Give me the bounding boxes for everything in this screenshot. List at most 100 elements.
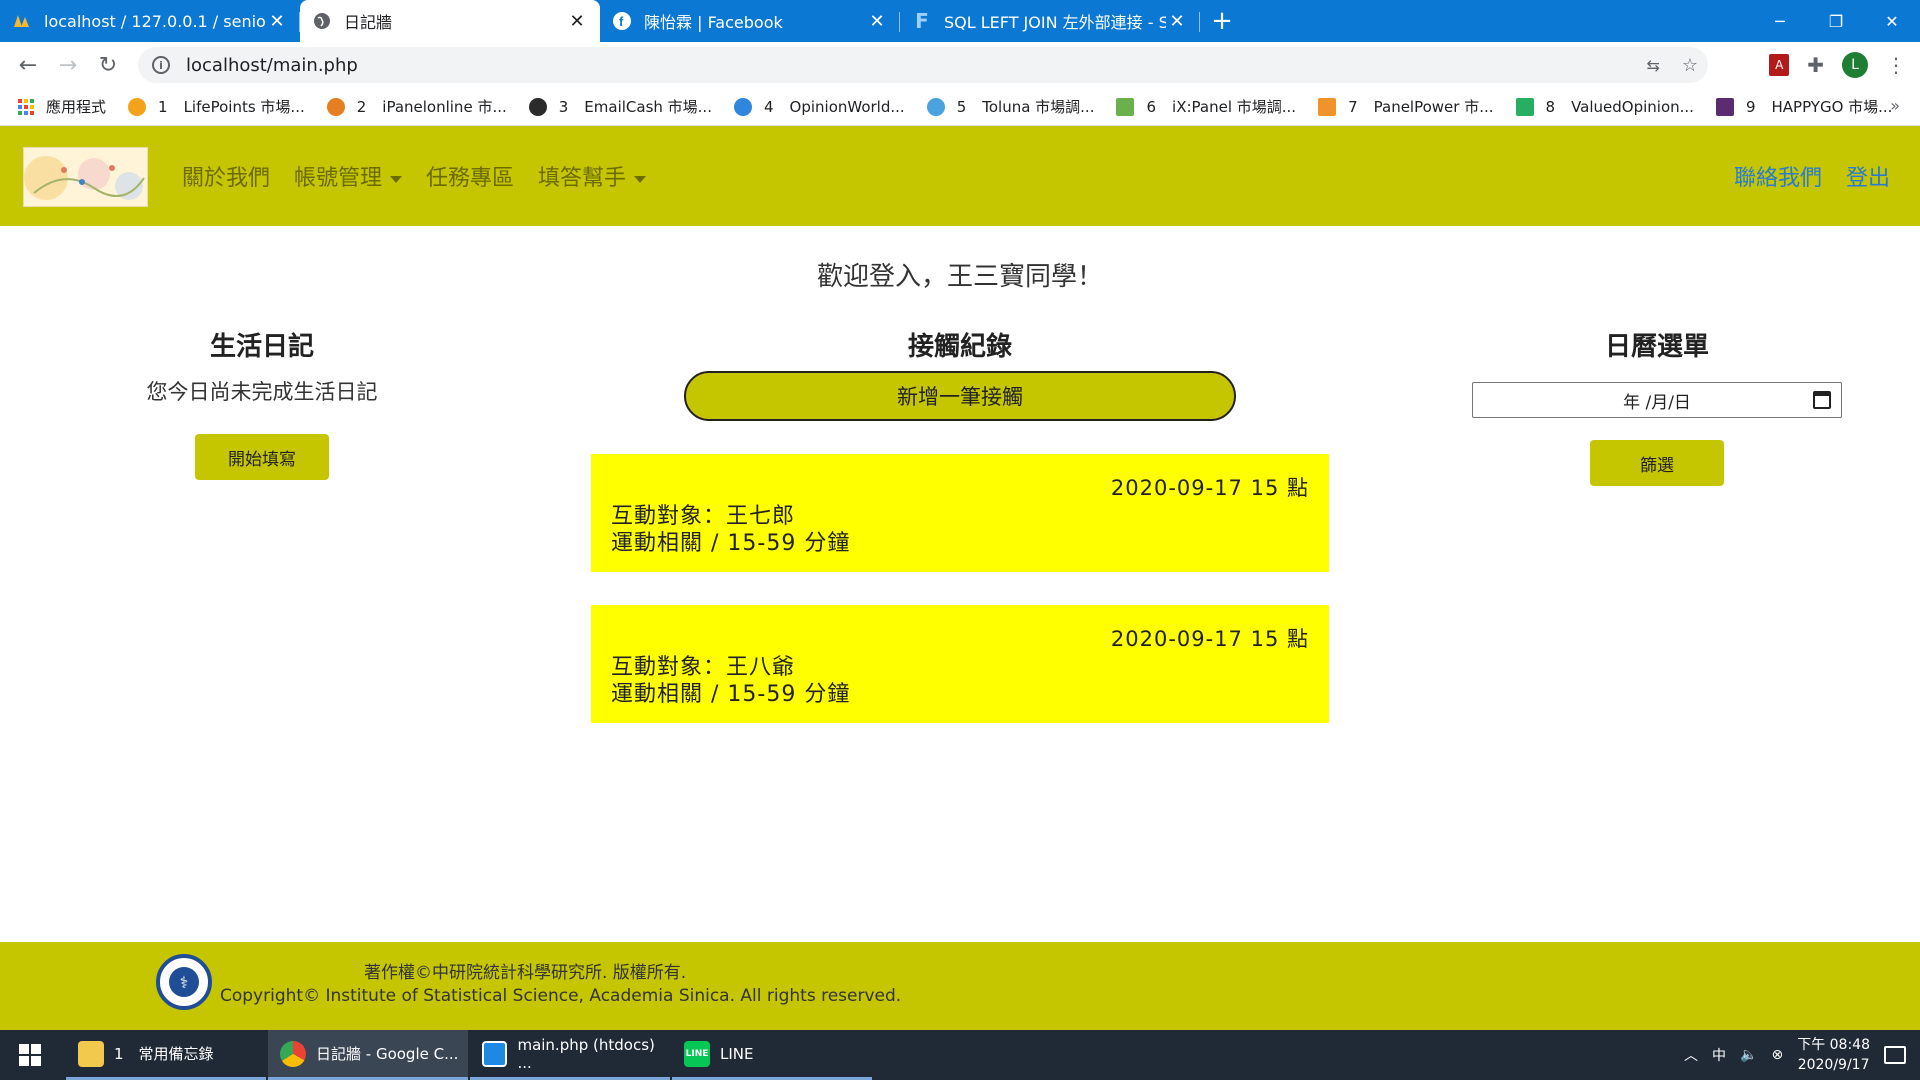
bookmark-star-icon[interactable]: ☆ bbox=[1682, 55, 1698, 76]
date-placeholder: 年 /月/日 bbox=[1623, 392, 1691, 413]
profile-avatar[interactable]: L bbox=[1842, 52, 1868, 78]
nav-task-zone[interactable]: 任務專區 bbox=[426, 160, 514, 192]
close-tab-icon[interactable]: ✕ bbox=[566, 10, 588, 32]
date-input[interactable]: 年 /月/日 bbox=[1472, 382, 1842, 418]
extensions-puzzle-icon[interactable]: ✚ bbox=[1807, 53, 1824, 77]
facebook-icon: f bbox=[612, 11, 632, 31]
contact-record-card[interactable]: 2020-09-17 15 點 互動對象：王七郎 運動相關 / 15-59 分鐘 bbox=[591, 454, 1329, 572]
close-window-icon[interactable]: ✕ bbox=[1864, 0, 1920, 42]
bookmark-apps[interactable]: 應用程式 bbox=[18, 96, 106, 117]
action-center-icon[interactable] bbox=[1884, 1046, 1906, 1064]
translate-icon[interactable]: ⇆ bbox=[1646, 56, 1659, 75]
contact-record-card[interactable]: 2020-09-17 15 點 互動對象：王八爺 運動相關 / 15-59 分鐘 bbox=[591, 605, 1329, 723]
taskbar-item-label: 日記牆 - Google C... bbox=[316, 1045, 459, 1063]
nav-answer-helper-dropdown[interactable]: 填答幫手 bbox=[538, 160, 646, 192]
bookmark-item[interactable]: 1 LifePoints 市場... bbox=[128, 96, 305, 117]
nav-contact-us[interactable]: 聯絡我們 bbox=[1734, 160, 1822, 192]
bookmark-label: HAPPYGO 市場... bbox=[1771, 98, 1893, 116]
bookmark-item[interactable]: 5 Toluna 市場調... bbox=[926, 96, 1095, 117]
contact-records-title: 接觸紀錄 bbox=[907, 332, 1012, 362]
academia-sinica-seal: ⚕ bbox=[156, 954, 212, 1010]
tab-sql-left-join[interactable]: F SQL LEFT JOIN 左外部連接 - SQ ✕ bbox=[900, 0, 1200, 42]
copyright-english: Copyright© Institute of Statistical Scie… bbox=[220, 986, 902, 1006]
nav-about-us[interactable]: 關於我們 bbox=[182, 160, 270, 192]
address-toolbar: ← → ↻ i localhost/main.php ⇆ ☆ A ✚ L ⋮ bbox=[0, 42, 1920, 88]
tab-title: localhost / 127.0.0.1 / senior_cl bbox=[44, 11, 266, 31]
lifepoints-icon bbox=[128, 97, 147, 116]
bookmark-item[interactable]: 9 HAPPYGO 市場... bbox=[1715, 96, 1893, 117]
bookmark-item[interactable]: 8 ValuedOpinion... bbox=[1515, 97, 1694, 116]
ixpanel-icon bbox=[1116, 97, 1135, 116]
seal-emblem-icon: ⚕ bbox=[169, 967, 199, 997]
record-activity: 運動相關 / 15-59 分鐘 bbox=[611, 682, 851, 707]
nav-account-dropdown[interactable]: 帳號管理 bbox=[294, 160, 402, 192]
bookmark-item[interactable]: 2 iPanelonline 市... bbox=[326, 96, 507, 117]
volume-icon[interactable]: 🔈 bbox=[1740, 1047, 1757, 1063]
bookmark-item[interactable]: 7 PanelPower 市... bbox=[1318, 96, 1494, 117]
bookmark-label: iPanelonline 市... bbox=[382, 98, 507, 116]
main-menu: 關於我們 帳號管理 任務專區 填答幫手 bbox=[182, 126, 646, 226]
taskbar-item-line[interactable]: LINE LINE bbox=[672, 1030, 872, 1080]
bookmark-item[interactable]: 6 iX:Panel 市場調... bbox=[1116, 96, 1296, 117]
restore-icon[interactable]: ❐ bbox=[1808, 0, 1864, 42]
close-tab-icon[interactable]: ✕ bbox=[266, 10, 288, 32]
tab-phpmyadmin[interactable]: localhost / 127.0.0.1 / senior_cl ✕ bbox=[0, 0, 300, 42]
bookmark-label: OpinionWorld... bbox=[789, 97, 905, 116]
f-icon: F bbox=[915, 9, 929, 33]
system-tray: ︿ 中 🔈 ⊗ 下午 08:48 2020/9/17 bbox=[1684, 1030, 1920, 1080]
ime-indicator[interactable]: 中 bbox=[1712, 1045, 1726, 1065]
taskbar-item-chrome[interactable]: 日記牆 - Google C... bbox=[268, 1030, 468, 1080]
bookmark-number: 2 bbox=[356, 97, 367, 116]
record-time: 2020-09-17 15 點 bbox=[1110, 476, 1309, 500]
site-logo[interactable] bbox=[23, 147, 148, 207]
omnibox[interactable]: i localhost/main.php ⇆ ☆ bbox=[138, 47, 1708, 83]
diary-status-message: 您今日尚未完成生活日記 bbox=[146, 380, 378, 404]
opinionworld-icon bbox=[733, 97, 752, 116]
pdf-extension-icon[interactable]: A bbox=[1769, 54, 1790, 76]
minimize-icon[interactable]: ─ bbox=[1752, 0, 1808, 42]
bookmark-item[interactable]: 3 EmailCash 市場... bbox=[528, 96, 712, 117]
site-info-icon[interactable]: i bbox=[152, 56, 170, 74]
browser-menu-icon[interactable]: ⋮ bbox=[1886, 53, 1906, 77]
close-tab-icon[interactable]: ✕ bbox=[1166, 10, 1188, 32]
editor-icon bbox=[482, 1040, 508, 1067]
back-icon[interactable]: ← bbox=[8, 45, 48, 85]
reload-icon[interactable]: ↻ bbox=[88, 45, 128, 85]
new-tab-button[interactable]: + bbox=[1200, 0, 1244, 42]
forward-icon[interactable]: → bbox=[48, 45, 88, 85]
system-clock[interactable]: 下午 08:48 2020/9/17 bbox=[1797, 1035, 1870, 1075]
taskbar-item-label: main.php (htdocs) ... bbox=[517, 1035, 655, 1072]
bookmark-label: 應用程式 bbox=[46, 98, 107, 116]
windows-start-icon[interactable] bbox=[0, 1030, 60, 1080]
panelpower-icon bbox=[1318, 97, 1337, 116]
start-diary-button[interactable]: 開始填寫 bbox=[195, 434, 329, 480]
network-warning-icon[interactable]: ⊗ bbox=[1771, 1047, 1783, 1063]
add-contact-button[interactable]: 新增一筆接觸 bbox=[684, 371, 1236, 421]
site-navbar: 關於我們 帳號管理 任務專區 填答幫手 聯絡我們 登出 bbox=[0, 126, 1920, 226]
bookmark-label: Toluna 市場調... bbox=[982, 98, 1095, 116]
close-tab-icon[interactable]: ✕ bbox=[866, 10, 888, 32]
calendar-icon[interactable] bbox=[1813, 391, 1831, 409]
tab-facebook[interactable]: f 陳怡霖 | Facebook ✕ bbox=[600, 0, 900, 42]
clock-time: 下午 08:48 bbox=[1797, 1037, 1870, 1053]
taskbar-item-notes[interactable]: 1 常用備忘錄 bbox=[66, 1030, 266, 1080]
taskbar-item-editor[interactable]: main.php (htdocs) ... bbox=[470, 1030, 670, 1080]
taskbar-item-label: LINE bbox=[720, 1044, 754, 1063]
tab-title: 陳怡霖 | Facebook bbox=[644, 13, 783, 32]
bookmark-item[interactable]: 4 OpinionWorld... bbox=[733, 97, 905, 116]
apps-grid-icon bbox=[18, 98, 34, 115]
extensions-area: A ✚ L ⋮ bbox=[1769, 42, 1920, 88]
bookmarks-bar: 應用程式 1 LifePoints 市場... 2 iPanelonline 市… bbox=[0, 88, 1920, 126]
tray-overflow-icon[interactable]: ︿ bbox=[1684, 1045, 1698, 1065]
nav-logout[interactable]: 登出 bbox=[1846, 160, 1890, 192]
valuedopinions-icon bbox=[1515, 97, 1534, 116]
tab-diary-wall[interactable]: 日記牆 ✕ bbox=[300, 0, 600, 42]
bookmarks-overflow-icon[interactable]: » bbox=[1890, 96, 1900, 115]
bookmark-number: 3 bbox=[558, 97, 569, 116]
toluna-icon bbox=[926, 97, 945, 116]
window-controls: ─ ❐ ✕ bbox=[1752, 0, 1920, 42]
url-text[interactable]: localhost/main.php bbox=[186, 55, 358, 76]
bookmark-label: ValuedOpinion... bbox=[1571, 97, 1694, 116]
calendar-title: 日曆選單 bbox=[1604, 332, 1709, 362]
filter-button[interactable]: 篩選 bbox=[1590, 440, 1724, 486]
